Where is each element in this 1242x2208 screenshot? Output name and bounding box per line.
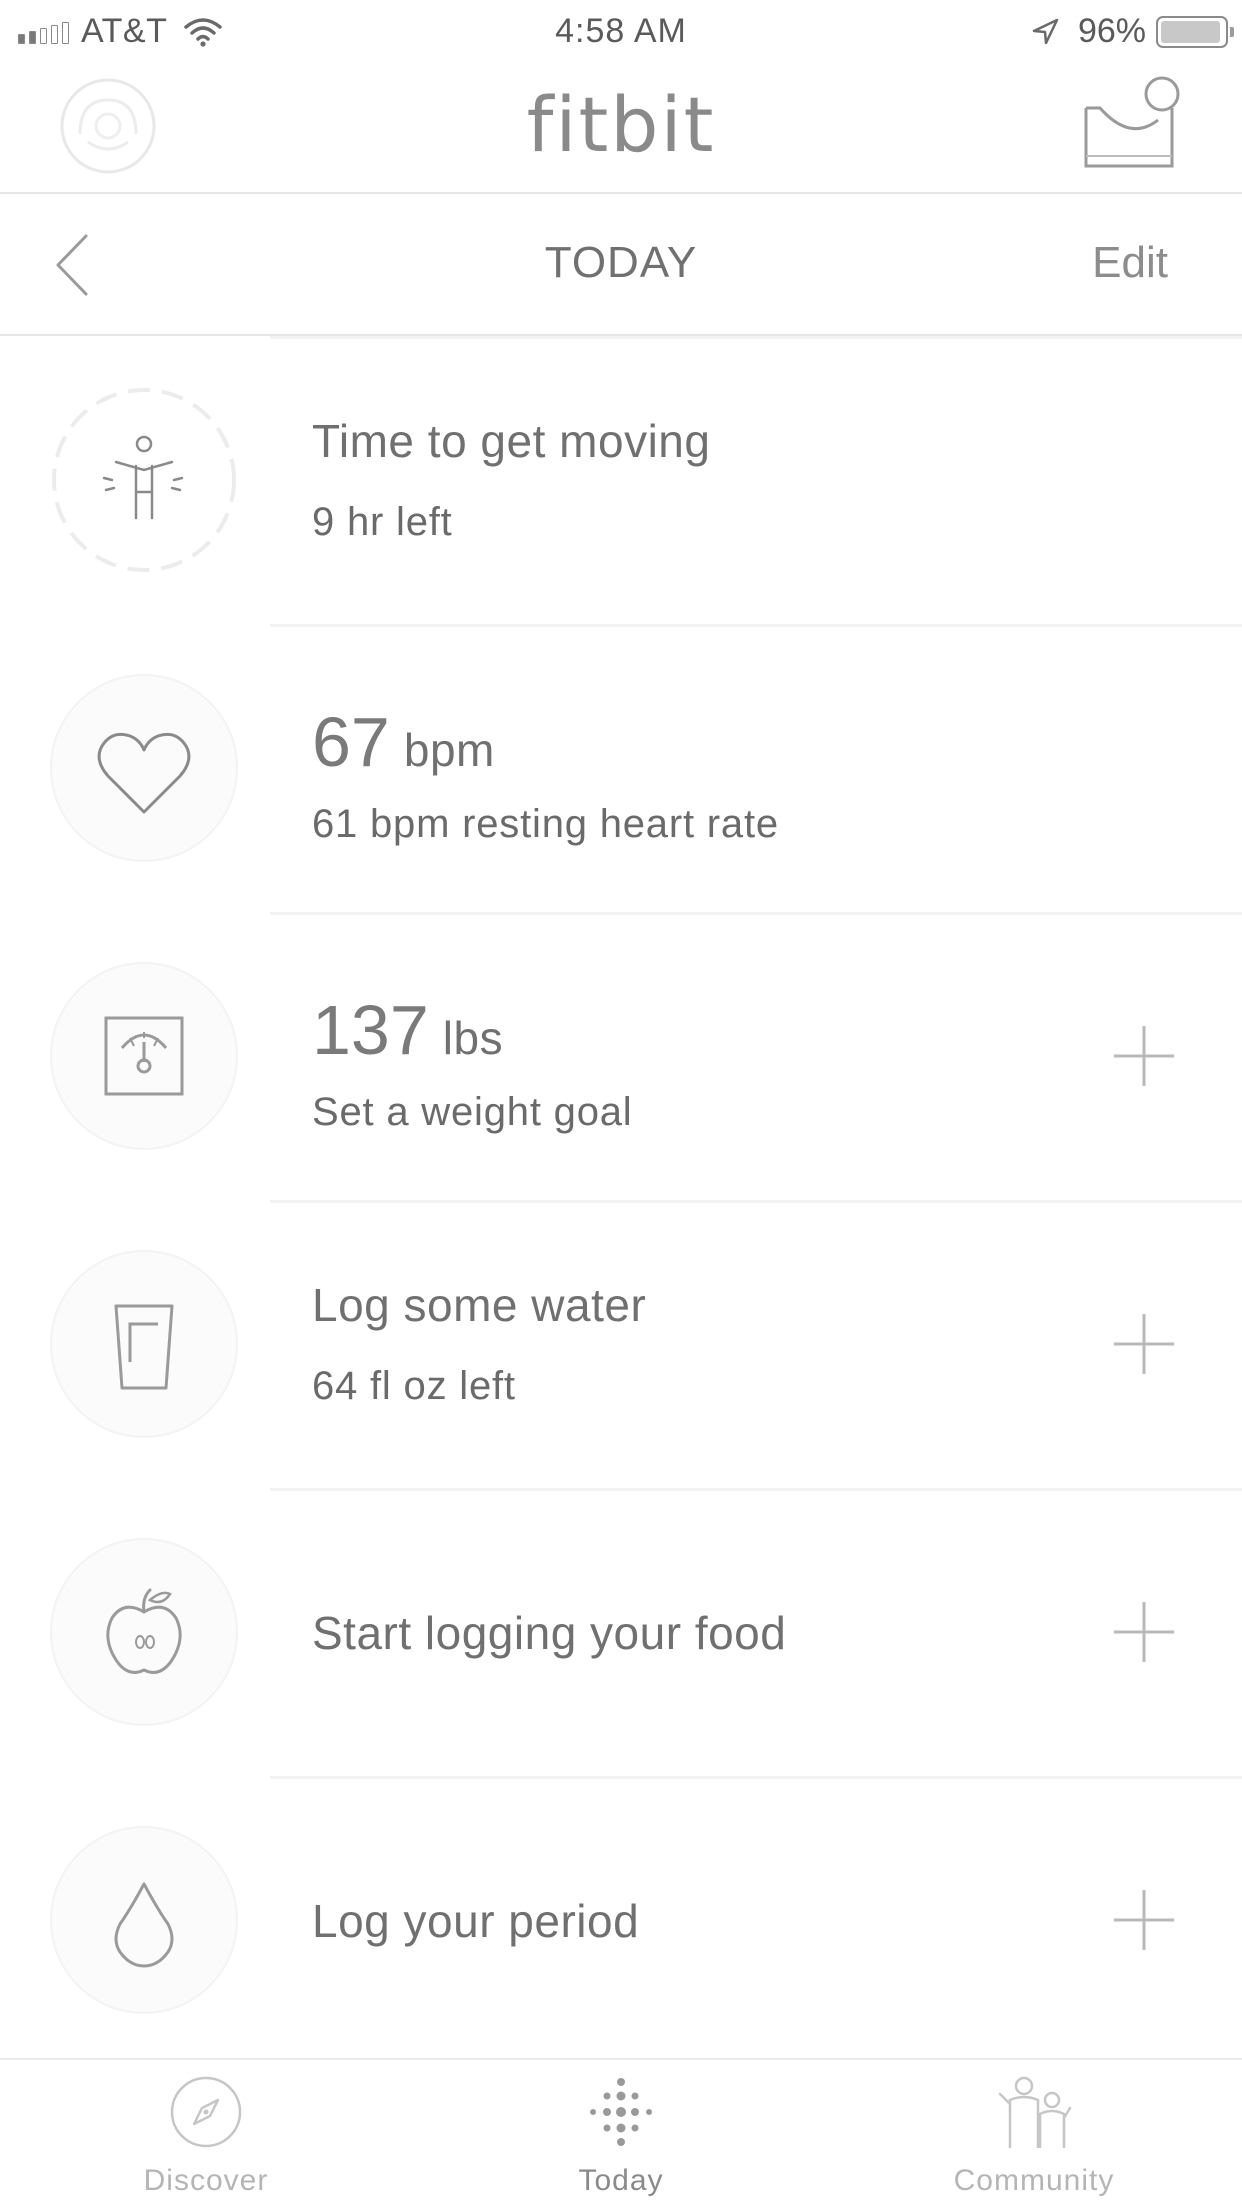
tile-weight[interactable]: 137 lbs Set a weight goal [0,912,1242,1200]
heart-rate-unit: bpm [403,724,495,776]
tile-subtitle: 9 hr left [312,500,453,544]
tile-subtitle: 61 bpm resting heart rate [312,802,779,846]
battery-fill [1161,20,1220,43]
heart-rate-value: 67 [312,703,390,781]
fitbit-today-screen: AT&T 4:58 AM 96% fitbit TODAY Edit Time … [0,0,1242,2208]
tile-title: Start logging your food [312,1607,787,1659]
tile-title: Log your period [312,1895,640,1947]
drop-icon [114,1882,174,1968]
battery-percent: 96% [1077,12,1146,50]
water-glass-icon [114,1304,174,1390]
edit-button[interactable]: Edit [1092,238,1168,288]
tile-heart-rate[interactable]: 67 bpm 61 bpm resting heart rate [0,624,1242,912]
add-weight-button[interactable] [1112,1024,1176,1088]
scale-icon [104,1016,184,1096]
hourly-activity-icon [52,388,236,572]
tile-divider [270,1200,1242,1203]
community-icon [998,2076,1072,2148]
tile-divider [270,1488,1242,1491]
status-bar: AT&T 4:58 AM 96% [0,0,1242,62]
heart-icon [97,732,191,814]
tile-divider [270,912,1242,915]
tile-divider [270,336,1242,339]
tile-hourly-activity[interactable]: Time to get moving 9 hr left [0,336,1242,624]
inbox-icon[interactable] [1080,72,1190,174]
apple-icon [106,1588,182,1674]
tile-period[interactable]: Log your period [0,1776,1242,2064]
tile-divider [270,624,1242,627]
tab-today[interactable]: Today [471,2074,771,2198]
tile-title: Time to get moving [312,415,711,467]
tab-bar: Discover Today Community [0,2058,1242,2208]
app-header: fitbit [0,62,1242,194]
fitbit-dots-icon [590,2078,652,2146]
battery-icon [1156,15,1234,48]
tab-label: Community [953,2164,1115,2197]
tile-food[interactable]: Start logging your food [0,1488,1242,1776]
tile-divider [270,1776,1242,1779]
tab-community[interactable]: Community [884,2074,1184,2198]
compass-icon [170,2076,242,2148]
tile-subtitle: Set a weight goal [312,1090,633,1134]
tile-title: 137 lbs [312,990,503,1070]
tile-subtitle: 64 fl oz left [312,1364,516,1408]
add-food-button[interactable] [1112,1600,1176,1664]
tab-label: Today [578,2164,664,2197]
tile-title: Log some water [312,1279,647,1331]
tab-discover[interactable]: Discover [56,2074,356,2198]
tile-water[interactable]: Log some water 64 fl oz left [0,1200,1242,1488]
fitbit-logo: fitbit [526,80,716,169]
weight-unit: lbs [442,1012,504,1064]
tab-label: Discover [143,2164,269,2197]
location-arrow-icon [1032,18,1059,44]
add-water-button[interactable] [1112,1312,1176,1376]
page-title: TODAY [544,238,698,287]
today-nav-bar: TODAY Edit [0,194,1242,336]
tile-title: 67 bpm [312,702,495,782]
add-period-button[interactable] [1112,1888,1176,1952]
weight-value: 137 [312,991,429,1069]
